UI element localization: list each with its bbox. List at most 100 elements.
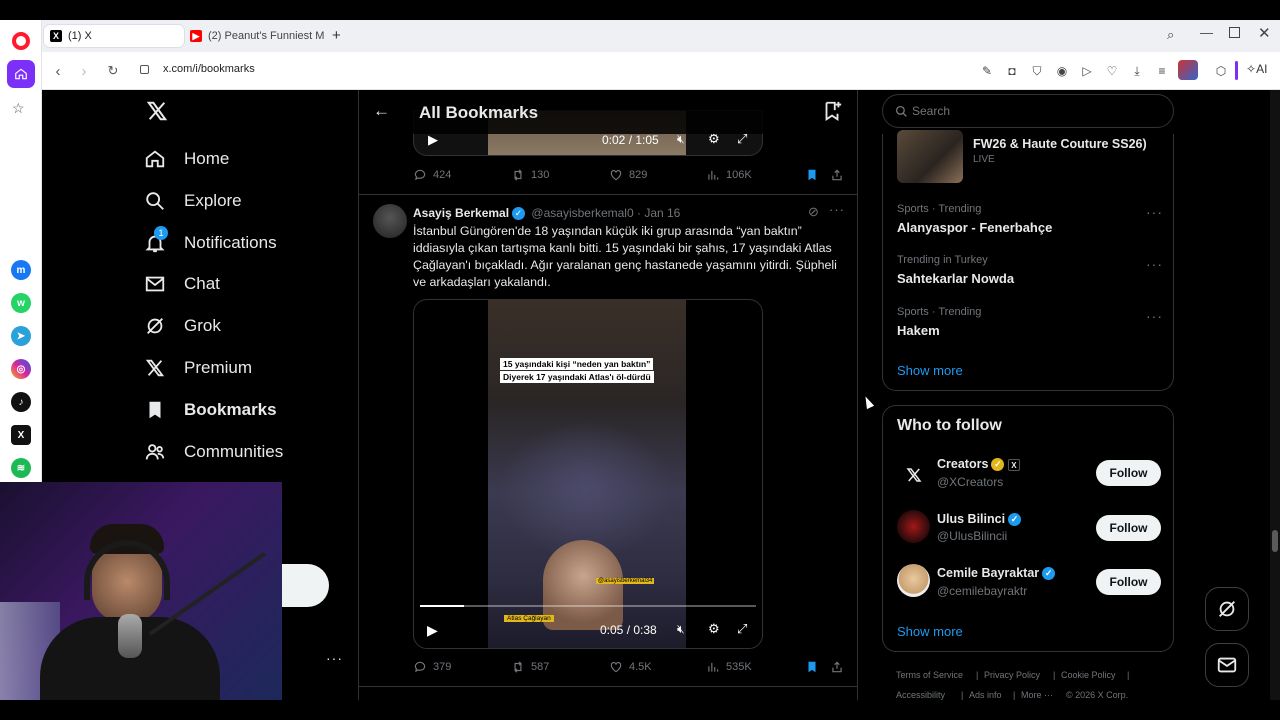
- repost-stat[interactable]: 587: [511, 660, 549, 674]
- camera-icon[interactable]: ◘: [1003, 62, 1021, 80]
- follow-name[interactable]: Creators ✓ X: [937, 457, 1020, 472]
- account-more-icon[interactable]: ···: [326, 650, 343, 666]
- footer-terms-link[interactable]: Terms of Service: [896, 670, 963, 680]
- footer-accessibility-link[interactable]: Accessibility: [896, 690, 945, 700]
- footer-ads-link[interactable]: Ads info: [969, 690, 1002, 700]
- extensions-icon[interactable]: ⬡: [1212, 62, 1230, 80]
- reply-stat[interactable]: 379: [413, 660, 451, 674]
- nav-grok[interactable]: Grok: [144, 308, 221, 344]
- home-speed-dial-icon[interactable]: [7, 60, 35, 88]
- follow-name[interactable]: Ulus Bilinci ✓: [937, 512, 1022, 527]
- heart-icon[interactable]: ♡: [1103, 62, 1121, 80]
- repost-stat[interactable]: 130: [511, 168, 549, 182]
- follow-button[interactable]: Follow: [1096, 569, 1161, 595]
- messenger-icon[interactable]: m: [11, 260, 31, 280]
- profile-avatar[interactable]: [1178, 60, 1198, 80]
- url-field[interactable]: x.com/i/bookmarks: [163, 63, 255, 75]
- edit-icon[interactable]: ✎: [978, 62, 996, 80]
- bookmarked-icon[interactable]: [805, 168, 819, 187]
- vpn-icon[interactable]: ◉: [1053, 62, 1071, 80]
- mute-icon[interactable]: 🔇︎: [677, 132, 685, 147]
- bookmarked-icon[interactable]: [805, 660, 819, 679]
- tweet-more-icon[interactable]: ···: [829, 202, 845, 217]
- share-icon[interactable]: [830, 168, 844, 187]
- trend-more-icon[interactable]: ···: [1146, 204, 1163, 220]
- trend-more-icon[interactable]: ···: [1146, 256, 1163, 272]
- tweet-handle[interactable]: @asayisberkemal0: [531, 206, 633, 220]
- nav-premium[interactable]: Premium: [144, 350, 252, 386]
- nav-notifications[interactable]: 1 Notifications: [144, 225, 277, 261]
- nav-explore[interactable]: Explore: [144, 183, 242, 219]
- views-stat[interactable]: 535K: [706, 660, 752, 674]
- spotify-icon[interactable]: ≋: [11, 458, 31, 478]
- footer-more-link[interactable]: More ···: [1021, 690, 1053, 700]
- nav-home[interactable]: Home: [144, 141, 229, 177]
- tweet-video[interactable]: 15 yaşındaki kişi “neden yan baktın” Diy…: [413, 299, 763, 649]
- new-tab-plus-icon[interactable]: +: [332, 27, 341, 44]
- tiktok-icon[interactable]: ♪: [11, 392, 31, 412]
- video-progress-track[interactable]: [420, 605, 756, 607]
- tweet-author[interactable]: Asayiş Berkemal: [413, 206, 509, 220]
- follow-show-more-link[interactable]: Show more: [897, 624, 963, 639]
- telegram-icon[interactable]: ➤: [11, 326, 31, 346]
- nav-bookmarks[interactable]: Bookmarks: [144, 392, 277, 428]
- tab-youtube[interactable]: ▶ (2) Peanut's Funniest Mom: [184, 25, 324, 47]
- trend-name[interactable]: Alanyaspor - Fenerbahçe: [897, 220, 1052, 235]
- settings-icon[interactable]: ⚙: [708, 621, 720, 637]
- instagram-icon[interactable]: ◎: [11, 359, 31, 379]
- opera-logo-icon[interactable]: [12, 32, 30, 50]
- live-event-thumbnail[interactable]: [897, 130, 963, 183]
- restore-icon[interactable]: [1229, 27, 1240, 38]
- fullscreen-icon[interactable]: ⤢: [737, 621, 747, 637]
- whatsapp-icon[interactable]: w: [11, 293, 31, 313]
- mute-icon[interactable]: 🔇︎: [677, 622, 685, 637]
- play-icon[interactable]: ▷: [1078, 62, 1096, 80]
- shield-icon[interactable]: ⛉: [1028, 62, 1046, 80]
- reply-stat[interactable]: 424: [413, 168, 451, 182]
- tweet-avatar[interactable]: [373, 204, 407, 238]
- follow-name[interactable]: Cemile Bayraktar ✓: [937, 566, 1056, 581]
- aria-ai-button[interactable]: ✧AI: [1246, 62, 1267, 76]
- nav-chat[interactable]: Chat: [144, 266, 220, 302]
- play-icon[interactable]: ▶: [428, 132, 438, 148]
- footer-cookie-link[interactable]: Cookie Policy: [1061, 670, 1116, 680]
- reload-icon[interactable]: ↻: [103, 61, 123, 81]
- messages-floating-button[interactable]: [1205, 643, 1249, 687]
- trend-name[interactable]: Hakem: [897, 323, 940, 338]
- download-icon[interactable]: ⤓: [1128, 62, 1146, 80]
- search-box[interactable]: Search: [882, 94, 1174, 128]
- like-stat[interactable]: 4.5K: [609, 660, 652, 674]
- post-button-partial[interactable]: [282, 564, 329, 607]
- back-arrow-icon[interactable]: ←: [373, 101, 390, 121]
- live-event-title[interactable]: FW26 & Haute Couture SS26): [973, 137, 1147, 151]
- forward-icon[interactable]: ›: [74, 61, 94, 81]
- views-stat[interactable]: 106K: [706, 168, 752, 182]
- page-scrollbar[interactable]: [1270, 90, 1280, 700]
- trend-name[interactable]: Sahtekarlar Nowda: [897, 271, 1014, 286]
- follow-button[interactable]: Follow: [1096, 460, 1161, 486]
- new-folder-icon[interactable]: [821, 100, 843, 127]
- footer-privacy-link[interactable]: Privacy Policy: [984, 670, 1040, 680]
- cemile-avatar[interactable]: [897, 564, 930, 597]
- creators-avatar[interactable]: [897, 458, 930, 491]
- menu-icon[interactable]: ≡: [1153, 62, 1171, 80]
- like-stat[interactable]: 829: [609, 168, 647, 182]
- tab-x[interactable]: X (1) X: [44, 25, 184, 47]
- minimize-icon[interactable]: —: [1200, 25, 1213, 40]
- x-logo-icon[interactable]: [146, 100, 168, 127]
- follow-button[interactable]: Follow: [1096, 515, 1161, 541]
- scrollbar-thumb[interactable]: [1272, 530, 1278, 552]
- close-window-icon[interactable]: ✕: [1258, 24, 1271, 42]
- x-app-icon[interactable]: X: [11, 425, 31, 445]
- tab-search-icon[interactable]: ⌕: [1167, 27, 1174, 43]
- trend-more-icon[interactable]: ···: [1146, 308, 1163, 324]
- ulus-bilinci-avatar[interactable]: [897, 510, 930, 543]
- grok-floating-button[interactable]: [1205, 587, 1249, 631]
- share-icon[interactable]: [830, 660, 844, 679]
- play-icon[interactable]: ▶: [427, 622, 438, 639]
- grok-explain-icon[interactable]: ⊘: [808, 204, 819, 220]
- back-icon[interactable]: ‹: [48, 61, 68, 81]
- trends-show-more-link[interactable]: Show more: [897, 363, 963, 378]
- tweet-date[interactable]: · Jan 16: [637, 206, 680, 220]
- nav-communities[interactable]: Communities: [144, 434, 283, 470]
